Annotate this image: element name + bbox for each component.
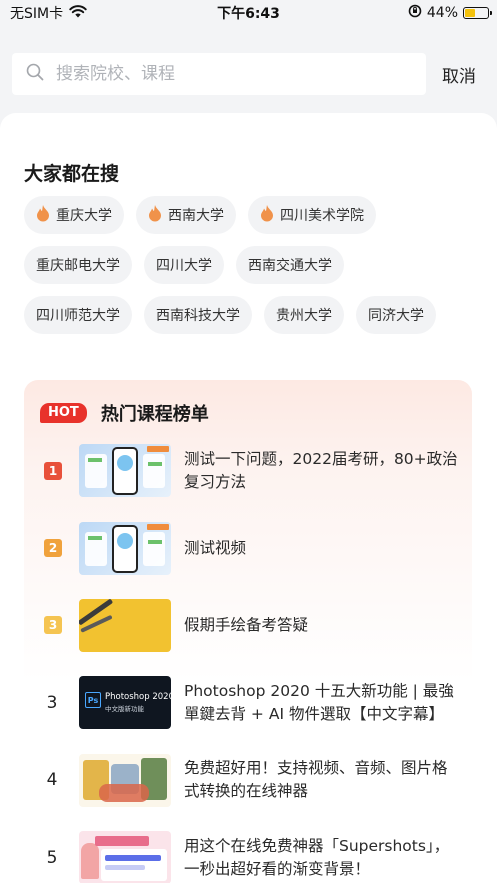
search-icon (26, 63, 44, 85)
search-box[interactable] (12, 53, 426, 95)
tag-label: 重庆邮电大学 (36, 258, 120, 274)
tag-label: 西南大学 (168, 208, 224, 224)
course-list: 1 测试一下问题，2022届考研，80+政治复习方法 2 测试视频 3 假期手绘… (24, 432, 472, 883)
tag-row: 重庆大学 西南大学 四川美术学院 (24, 196, 479, 234)
tag-label: 重庆大学 (56, 208, 112, 224)
course-item[interactable]: 1 测试一下问题，2022届考研，80+政治复习方法 (24, 432, 472, 509)
battery-level (465, 9, 475, 17)
thumbnail-title: Photoshop 2020 (105, 692, 171, 703)
course-thumbnail (79, 598, 171, 652)
rank-badge: 2 (44, 539, 62, 558)
rank-badge: 1 (44, 461, 62, 480)
search-tag[interactable]: 同济大学 (356, 296, 436, 334)
cancel-button[interactable]: 取消 (442, 62, 476, 87)
rank-number: 4 (46, 770, 58, 791)
course-item[interactable]: 4 免费超好用！支持视频、音频、图片格式转换的在线神器 (24, 742, 472, 819)
content-sheet: 大家都在搜 重庆大学 西南大学 四川美术学院 重庆邮电大学 四川大学 西南交通大… (0, 113, 497, 883)
rank-number: 3 (46, 692, 58, 713)
search-input[interactable] (56, 64, 386, 84)
course-title: 免费超好用！支持视频、音频、图片格式转换的在线神器 (184, 759, 448, 801)
course-thumbnail (79, 444, 171, 498)
course-thumbnail (79, 521, 171, 575)
hot-badge: HOT (40, 403, 87, 423)
tag-label: 四川大学 (156, 258, 212, 274)
search-tag[interactable]: 重庆邮电大学 (24, 246, 132, 284)
flame-icon (36, 204, 50, 226)
battery-icon (463, 7, 492, 19)
course-item[interactable]: 3 假期手绘备考答疑 (24, 587, 472, 664)
search-tag[interactable]: 四川大学 (144, 246, 224, 284)
course-title: Photoshop 2020 十五大新功能 | 最強單鍵去背 + AI 物件選取… (184, 681, 454, 723)
thumbnail-subtitle: 中文版新功能 (105, 705, 144, 714)
tag-label: 四川美术学院 (280, 208, 364, 224)
search-tag[interactable]: 贵州大学 (264, 296, 344, 334)
tag-label: 西南科技大学 (156, 308, 240, 324)
flame-icon (260, 204, 274, 226)
course-thumbnail: Ps Photoshop 2020 中文版新功能 (79, 676, 171, 730)
search-tag[interactable]: 西南交通大学 (236, 246, 344, 284)
search-tag[interactable]: 重庆大学 (24, 196, 124, 234)
hot-courses-card: HOT 热门课程榜单 1 测试一下问题，2022届考研，80+政治复习方法 2 … (24, 380, 472, 883)
search-tag[interactable]: 四川师范大学 (24, 296, 132, 334)
hot-search-title: 大家都在搜 (24, 163, 120, 185)
tag-row: 四川师范大学 西南科技大学 贵州大学 同济大学 (24, 296, 479, 334)
tag-label: 同济大学 (368, 308, 424, 324)
photoshop-icon: Ps (85, 692, 101, 709)
course-thumbnail (79, 831, 171, 883)
course-title: 假期手绘备考答疑 (184, 615, 309, 634)
rank-number: 5 (46, 847, 58, 868)
search-tag[interactable]: 西南大学 (136, 196, 236, 234)
status-right: 44% (408, 4, 492, 22)
course-item[interactable]: 2 测试视频 (24, 509, 472, 586)
search-tag[interactable]: 四川美术学院 (248, 196, 376, 234)
hot-search-tags: 重庆大学 西南大学 四川美术学院 重庆邮电大学 四川大学 西南交通大学 四川师范… (24, 196, 479, 346)
course-thumbnail (79, 753, 171, 807)
course-item[interactable]: 5 用这个在线免费神器「Supershots」，一秒出超好看的渐变背景！ (24, 819, 472, 883)
orientation-lock-icon (408, 4, 422, 22)
search-tag[interactable]: 西南科技大学 (144, 296, 252, 334)
tag-row: 重庆邮电大学 四川大学 西南交通大学 (24, 246, 479, 284)
status-left: 无SIM卡 (10, 3, 87, 23)
tag-label: 西南交通大学 (248, 258, 332, 274)
hot-courses-title: 热门课程榜单 (100, 404, 209, 425)
course-item[interactable]: 3 Ps Photoshop 2020 中文版新功能 Photoshop 202… (24, 664, 472, 741)
course-title: 用这个在线免费神器「Supershots」，一秒出超好看的渐变背景！ (184, 836, 450, 878)
course-title: 测试视频 (184, 538, 247, 557)
hot-courses-header: HOT 热门课程榜单 (40, 400, 209, 426)
status-bar: 无SIM卡 下午6:43 44% (0, 0, 497, 26)
tag-label: 四川师范大学 (36, 308, 120, 324)
course-title: 测试一下问题，2022届考研，80+政治复习方法 (184, 449, 458, 491)
flame-icon (148, 204, 162, 226)
tag-label: 贵州大学 (276, 308, 332, 324)
search-row: 取消 (12, 53, 487, 95)
carrier-label: 无SIM卡 (10, 6, 64, 22)
wifi-icon (69, 4, 87, 22)
battery-percent: 44% (426, 5, 458, 21)
rank-badge: 3 (44, 616, 62, 635)
